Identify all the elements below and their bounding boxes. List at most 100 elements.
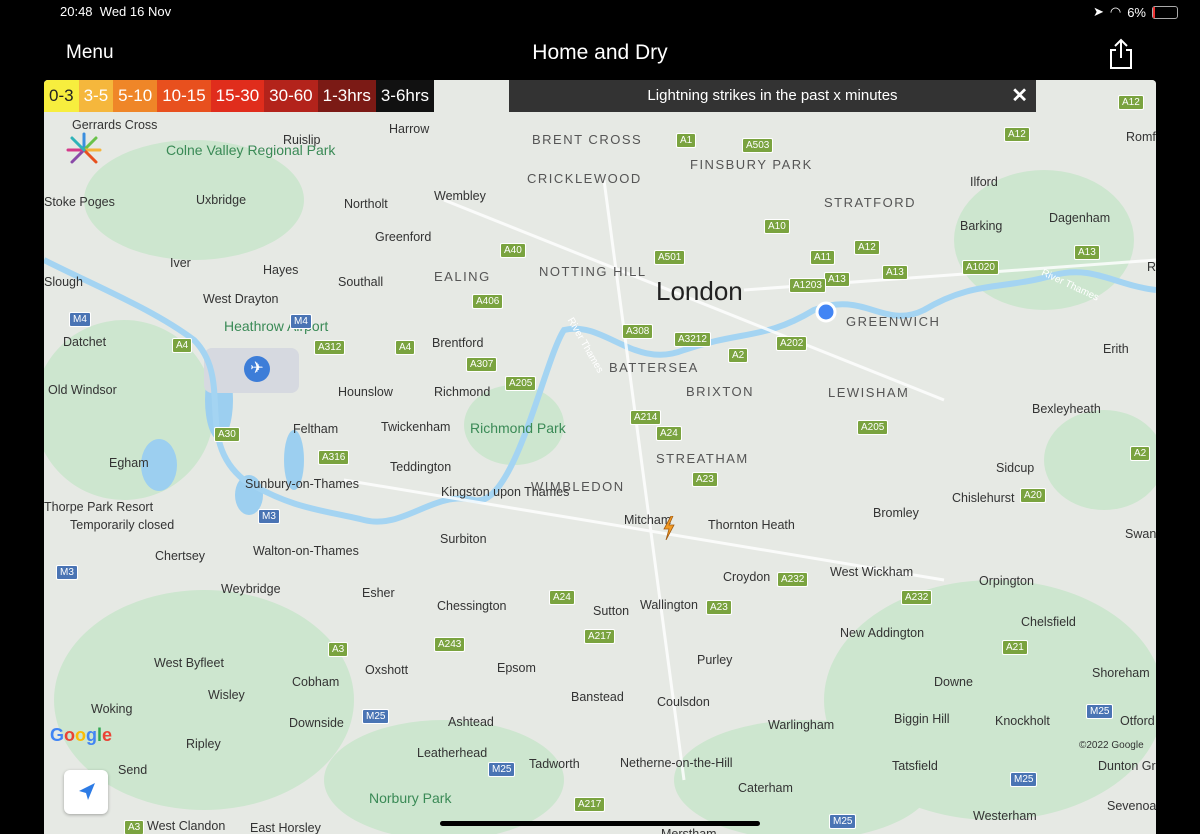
map-place-label: Chelsfield bbox=[1021, 615, 1076, 629]
map-place-label: Old Windsor bbox=[48, 383, 117, 397]
road-shield: A3212 bbox=[674, 332, 711, 347]
map-place-label: Chertsey bbox=[155, 549, 206, 563]
road-shield: A501 bbox=[654, 250, 686, 265]
road-shield: A13 bbox=[882, 265, 908, 280]
map-place-label: Ripley bbox=[186, 737, 221, 751]
map-place-label: Wisley bbox=[208, 688, 245, 702]
map-place-label: Sutton bbox=[593, 604, 630, 618]
status-icons: ➤ ◠ 6% bbox=[1093, 4, 1146, 20]
status-time: 20:48 Wed 16 Nov bbox=[60, 4, 172, 19]
map-place-label: Norbury Park bbox=[369, 790, 452, 806]
page-title: Home and Dry bbox=[532, 41, 668, 64]
road-shield: A243 bbox=[434, 637, 466, 652]
motorway-shield: M25 bbox=[1010, 772, 1038, 787]
legend-cell: 0-3 bbox=[44, 80, 79, 112]
location-arrow-icon bbox=[79, 783, 95, 800]
road-shield: A232 bbox=[901, 590, 933, 605]
road-shield: A12 bbox=[1004, 127, 1030, 142]
map-place-label: Thorpe Park Resort bbox=[44, 500, 154, 514]
map-place-label: Downe bbox=[934, 675, 973, 689]
map-place-label: Otford bbox=[1120, 714, 1155, 728]
motorway-shield: M25 bbox=[1086, 704, 1114, 719]
location-arrow-icon: ➤ bbox=[1092, 4, 1104, 19]
legend-cell: 3-6hrs bbox=[375, 80, 435, 112]
road-shield: A307 bbox=[466, 357, 498, 372]
map-place-label: Westerham bbox=[973, 809, 1037, 823]
map-place-label: Orpington bbox=[979, 574, 1034, 588]
map-place-label: Richmond Park bbox=[470, 420, 566, 436]
lightning-legend: 0-3 3-5 5-10 10-15 15-30 30-60 1-3hrs 3-6hrs bbox=[44, 80, 435, 112]
legend-cell: 10-15 bbox=[157, 80, 211, 112]
map-place-label: NOTTING HILL bbox=[539, 264, 647, 279]
map-place-label: Bromley bbox=[873, 506, 919, 520]
road-shield: A23 bbox=[706, 600, 732, 615]
road-shield: A232 bbox=[777, 572, 809, 587]
road-shield: A21 bbox=[1002, 640, 1028, 655]
map-place-label: Send bbox=[118, 763, 148, 777]
road-shield: A24 bbox=[549, 590, 575, 605]
map-place-label: Esher bbox=[362, 586, 395, 600]
road-shield: A217 bbox=[574, 797, 606, 812]
map-place-label: Sunbury-on-Thames bbox=[245, 477, 359, 491]
map-place-label: Romford bbox=[1126, 130, 1156, 144]
road-shield: A2 bbox=[728, 348, 749, 363]
road-shield: A202 bbox=[776, 336, 808, 351]
map-place-label: Temporarily closed bbox=[70, 518, 175, 532]
map-place-label: West Drayton bbox=[203, 292, 279, 306]
map-place-label: Datchet bbox=[63, 335, 107, 349]
map-place-label: Bexleyheath bbox=[1032, 402, 1101, 416]
road-shield: A217 bbox=[584, 629, 616, 644]
map-place-label: EALING bbox=[434, 269, 491, 284]
road-shield: A12 bbox=[1118, 95, 1144, 110]
wifi-icon: ◠ bbox=[1109, 4, 1122, 19]
motorway-shield: M4 bbox=[290, 314, 312, 329]
road-shield: A3 bbox=[328, 642, 349, 657]
road-shield: A30 bbox=[214, 427, 240, 442]
map-place-label: LEWISHAM bbox=[828, 385, 910, 400]
road-shield: A205 bbox=[505, 376, 537, 391]
map-place-label: Harrow bbox=[389, 122, 430, 136]
map-place-label: Hayes bbox=[263, 263, 299, 277]
map-place-label: Teddington bbox=[390, 460, 452, 474]
map-place-label: Erith bbox=[1103, 342, 1129, 356]
map-place-label: Weybridge bbox=[221, 582, 281, 596]
current-location-button[interactable] bbox=[64, 770, 108, 814]
map-place-label: New Addington bbox=[840, 626, 925, 640]
road-shield: A13 bbox=[1074, 245, 1100, 260]
map-place-label: Epsom bbox=[497, 661, 536, 675]
map-place-label: East Horsley bbox=[250, 821, 321, 834]
map-place-label: Hounslow bbox=[338, 385, 393, 399]
map-place-label: Southall bbox=[338, 275, 384, 289]
map-place-label: Barking bbox=[960, 219, 1003, 233]
app-logo-icon bbox=[66, 132, 102, 164]
battery-percent: 6% bbox=[1127, 4, 1146, 20]
map-place-label: CRICKLEWOOD bbox=[527, 171, 642, 186]
road-shield: A312 bbox=[314, 340, 346, 355]
map-place-label: Chessington bbox=[437, 599, 507, 613]
map-place-label: Wembley bbox=[434, 189, 486, 203]
map-place-label: Slough bbox=[44, 275, 83, 289]
map-place-label: Croydon bbox=[723, 570, 771, 584]
map-place-label: Knockholt bbox=[995, 714, 1050, 728]
lightning-strike-icon[interactable] bbox=[662, 516, 676, 540]
map-place-label: Caterham bbox=[738, 781, 793, 795]
google-logo: Google bbox=[50, 725, 113, 745]
map-place-label: Leatherhead bbox=[417, 746, 488, 760]
map-view[interactable]: 0-3 3-5 5-10 10-15 15-30 30-60 1-3hrs 3-6hrs Li… bbox=[44, 80, 1156, 834]
map-place-label: Thornton Heath bbox=[708, 518, 795, 532]
share-icon[interactable] bbox=[1108, 38, 1134, 70]
motorway-shield: M4 bbox=[69, 312, 91, 327]
road-shield: A214 bbox=[630, 410, 662, 425]
close-banner-button[interactable]: ✕ bbox=[1011, 80, 1028, 112]
lightning-banner: Lightning strikes in the past x minutes … bbox=[509, 80, 1036, 112]
map-place-label: Northolt bbox=[344, 197, 388, 211]
map-place-label: West Wickham bbox=[830, 565, 914, 579]
map-place-label: Oxshott bbox=[365, 663, 409, 677]
motorway-shield: M3 bbox=[56, 565, 78, 580]
map-place-label: STRATFORD bbox=[824, 195, 916, 210]
motorway-shield: M25 bbox=[362, 709, 390, 724]
map-place-label: Feltham bbox=[293, 422, 339, 436]
battery-icon bbox=[1152, 6, 1178, 19]
map-place-label: Netherne-on-the-Hill bbox=[620, 756, 733, 770]
road-shield: A316 bbox=[318, 450, 350, 465]
